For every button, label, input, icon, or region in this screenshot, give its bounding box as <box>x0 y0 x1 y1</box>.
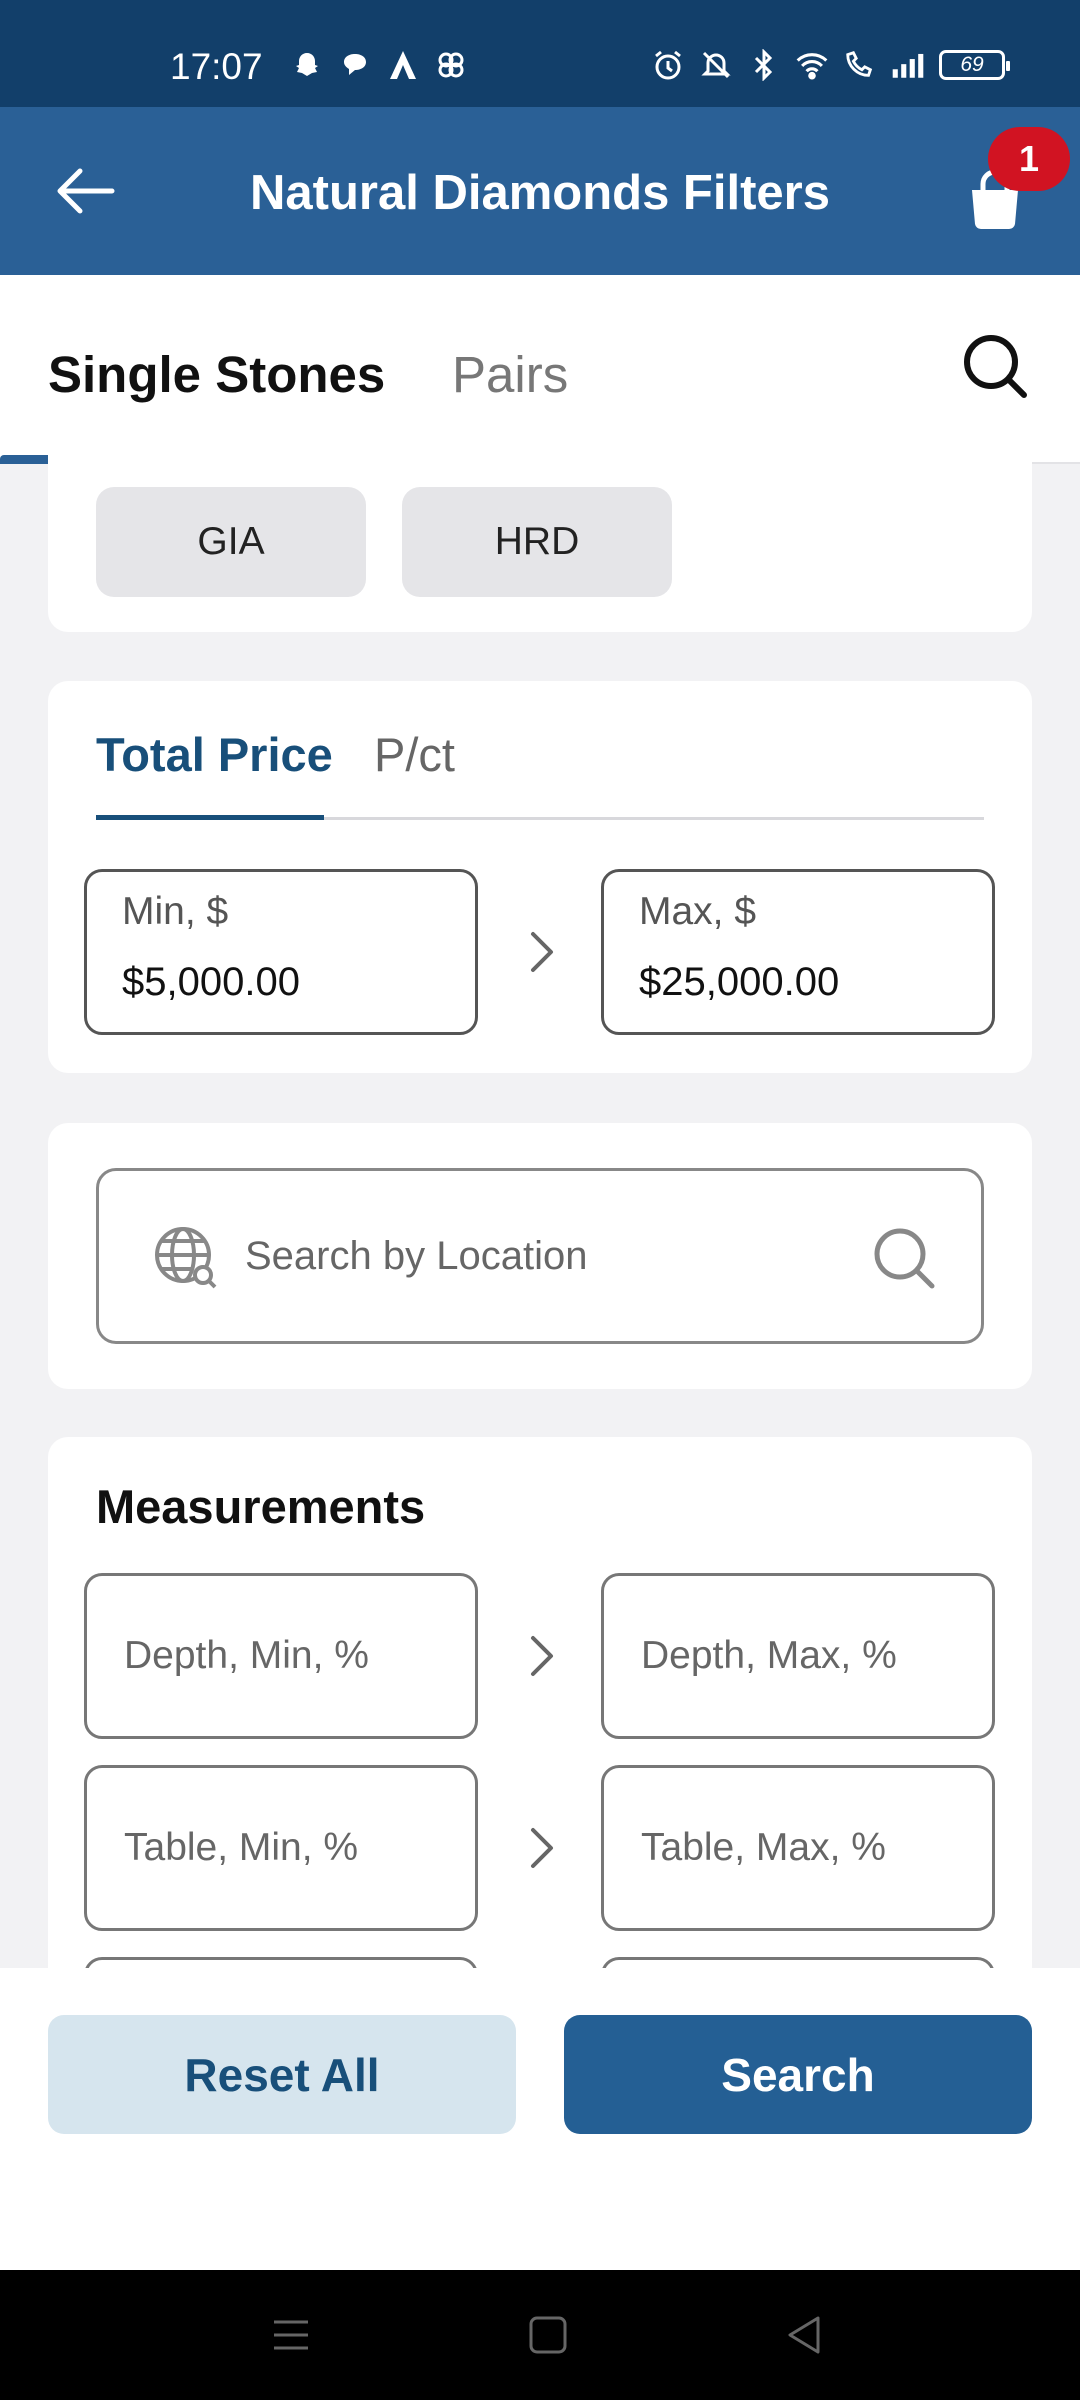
cart-count-badge: 1 <box>988 127 1070 191</box>
table-min-field[interactable]: Table, Min, % <box>84 1765 478 1931</box>
depth-min-field[interactable]: Depth, Min, % <box>84 1573 478 1739</box>
table-max-placeholder: Table, Max, % <box>641 1826 886 1869</box>
wifi-icon <box>795 48 829 82</box>
depth-max-field[interactable]: Depth, Max, % <box>601 1573 995 1739</box>
stone-type-tabs: Single Stones Pairs <box>0 275 1080 464</box>
status-bar: 17:07 69 <box>0 0 1080 107</box>
snapchat-icon <box>290 48 324 82</box>
lab-chip-gia[interactable]: GIA <box>96 487 366 597</box>
chevron-right-icon <box>522 927 562 977</box>
search-icon[interactable] <box>869 1223 939 1293</box>
table-max-field[interactable]: Table, Max, % <box>601 1765 995 1931</box>
measurements-title: Measurements <box>96 1480 426 1533</box>
pinwheel-icon <box>434 48 468 82</box>
price-min-value: $5,000.00 <box>122 960 300 1004</box>
battery-icon: 69 <box>939 50 1010 80</box>
chevron-right-icon <box>522 1823 562 1873</box>
menu-icon[interactable] <box>266 2310 316 2360</box>
active-price-tab-indicator <box>96 815 324 820</box>
page-title: Natural Diamonds Filters <box>250 166 830 220</box>
location-search-field[interactable]: Search by Location <box>96 1168 984 1344</box>
price-filter-card: Total Price P/ct Min, $ $5,000.00 Max, $… <box>48 681 1032 1073</box>
chat-icon <box>338 48 372 82</box>
lab-filter-card: GIA HRD <box>48 440 1032 632</box>
price-max-label: Max, $ <box>639 890 757 933</box>
table-min-placeholder: Table, Min, % <box>124 1826 359 1869</box>
bluetooth-icon <box>747 48 781 82</box>
back-nav-icon[interactable] <box>780 2310 830 2360</box>
tab-pairs[interactable]: Pairs <box>452 345 568 404</box>
app-bar: Natural Diamonds Filters 1 <box>0 107 1080 275</box>
price-min-label: Min, $ <box>122 890 229 933</box>
mute-icon <box>699 48 733 82</box>
search-button[interactable] <box>960 331 1030 401</box>
lab-chip-hrd[interactable]: HRD <box>402 487 672 597</box>
tab-price-per-carat[interactable]: P/ct <box>374 727 455 782</box>
wifi-call-icon <box>843 48 877 82</box>
home-icon[interactable] <box>523 2310 573 2360</box>
globe-search-icon <box>151 1223 221 1293</box>
signal-icon <box>891 48 925 82</box>
bottom-action-panel: Reset All Search <box>0 1968 1080 2270</box>
a-icon <box>386 48 420 82</box>
depth-min-placeholder: Depth, Min, % <box>124 1634 369 1677</box>
tab-total-price[interactable]: Total Price <box>96 727 333 782</box>
measurements-card: Measurements Depth, Min, % Depth, Max, %… <box>48 1437 1032 1997</box>
search-icon <box>964 335 1027 398</box>
tab-single-stones[interactable]: Single Stones <box>48 345 385 404</box>
status-time: 17:07 <box>170 46 263 87</box>
location-filter-card: Search by Location <box>48 1123 1032 1389</box>
price-max-value: $25,000.00 <box>639 960 840 1004</box>
price-min-field[interactable]: Min, $ $5,000.00 <box>84 869 478 1035</box>
reset-all-button[interactable]: Reset All <box>48 2015 516 2134</box>
location-search-input[interactable]: Search by Location <box>245 1171 587 1341</box>
search-submit-button[interactable]: Search <box>564 2015 1032 2134</box>
price-max-field[interactable]: Max, $ $25,000.00 <box>601 869 995 1035</box>
system-nav-bar <box>0 2270 1080 2400</box>
chevron-right-icon <box>522 1631 562 1681</box>
depth-max-placeholder: Depth, Max, % <box>641 1634 897 1677</box>
alarm-icon <box>651 48 685 82</box>
